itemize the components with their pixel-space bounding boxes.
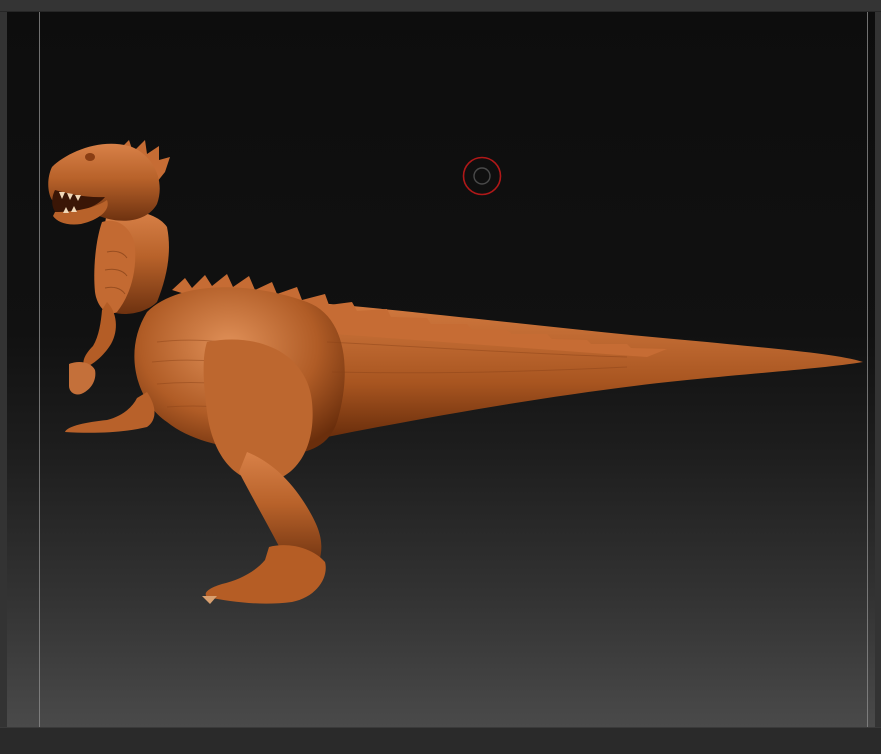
foot (205, 545, 326, 604)
dinosaur-model[interactable] (7, 12, 875, 728)
document-canvas[interactable] (7, 12, 875, 728)
eye (85, 153, 95, 161)
hand (69, 362, 96, 395)
brush-cursor-icon (462, 156, 502, 196)
zbrush-window (0, 0, 881, 754)
bottom-tray[interactable] (0, 727, 881, 754)
arm (83, 302, 116, 368)
left-tray[interactable] (0, 12, 7, 728)
front-leg (65, 392, 155, 433)
right-tray[interactable] (875, 12, 881, 728)
top-shelf (0, 0, 881, 12)
